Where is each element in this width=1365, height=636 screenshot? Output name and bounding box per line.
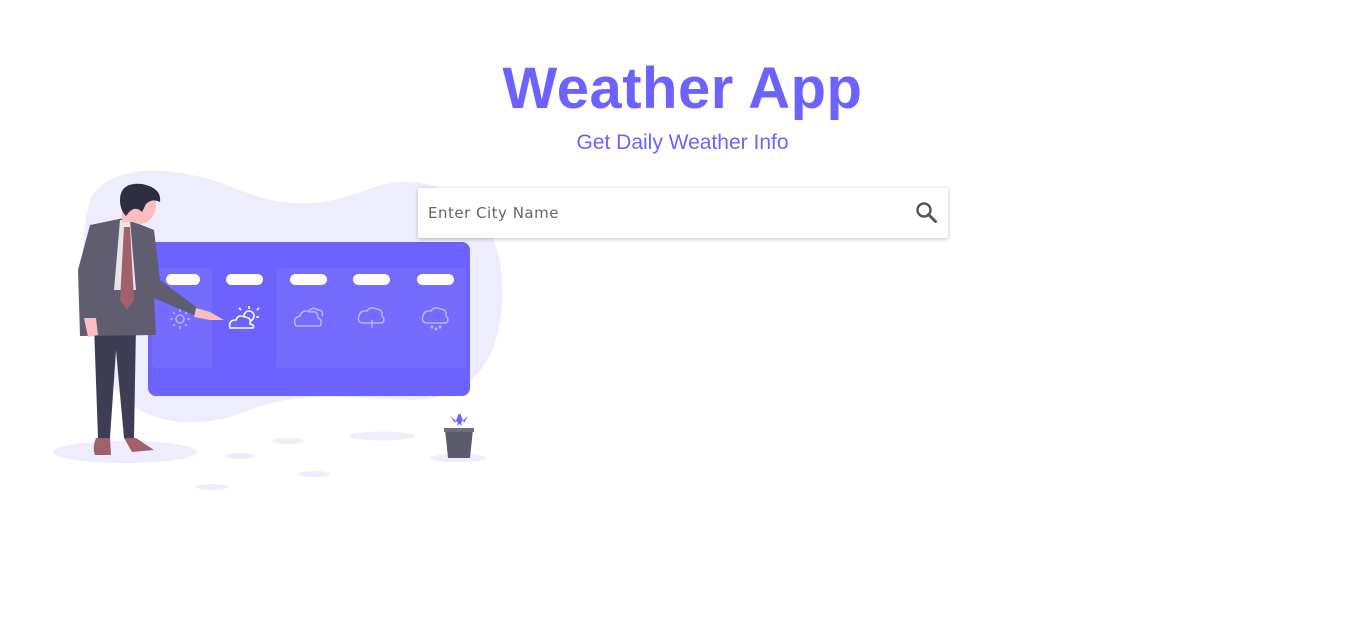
search-button[interactable] [912,198,942,228]
floor-dot [196,484,228,490]
day-pill [166,274,200,285]
floor-dot [272,438,304,444]
floor-dot [298,471,330,477]
day-pill [290,274,327,285]
day-pill [417,274,454,285]
page: Weather App Get Daily Weather Info [0,0,1365,636]
city-search-input[interactable] [418,188,898,238]
plant-pot-icon [444,413,474,458]
page-subtitle: Get Daily Weather Info [576,131,789,154]
page-title: Weather App [502,56,863,121]
presenter-shoe [93,438,111,455]
floor-shadow [53,441,197,463]
search-icon [916,202,937,223]
day-pill [353,274,390,285]
day-pill [226,274,263,285]
floor-dot [349,431,415,441]
floor-dot [224,453,256,459]
search-box [418,188,948,238]
